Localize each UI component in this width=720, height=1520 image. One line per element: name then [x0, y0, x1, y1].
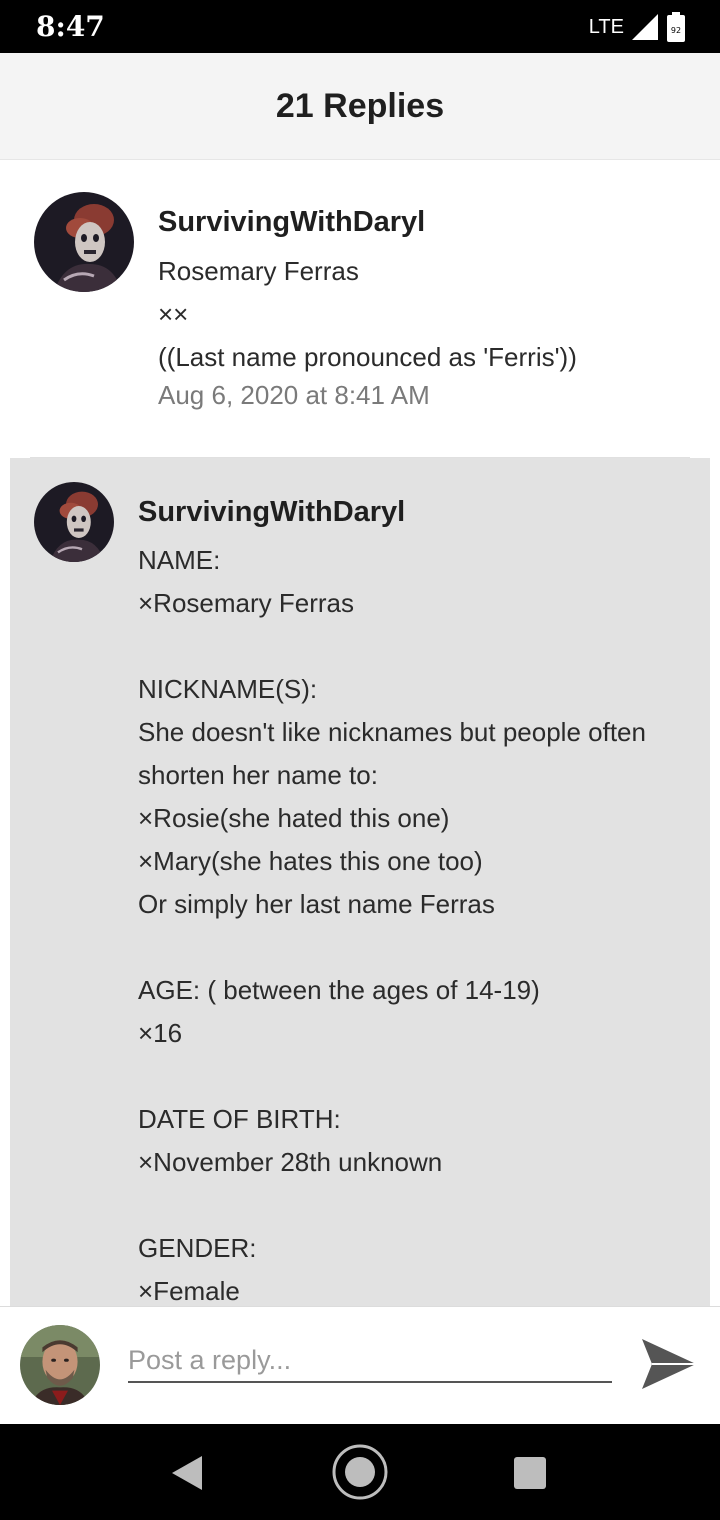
reply-item[interactable]: SurvivingWithDaryl Rosemary Ferras ×× ((…	[0, 168, 720, 458]
reply-body-line: NICKNAME(S):	[138, 674, 318, 704]
reply-body-line: ×Rosemary Ferras	[138, 588, 354, 618]
back-icon[interactable]	[172, 1456, 204, 1490]
status-bar: 8:47 LTE 92	[0, 0, 720, 53]
avatar-image	[34, 192, 134, 292]
page-title: 21 Replies	[275, 86, 445, 125]
replies-header: 21 Replies	[0, 53, 720, 160]
reply-body-line: ××	[158, 299, 189, 329]
reply-body-line: ×Female	[138, 1276, 240, 1306]
reply-body-line: ×16	[138, 1018, 183, 1048]
reply-body: NAME: ×Rosemary Ferras NICKNAME(S): She …	[138, 539, 708, 1306]
user-avatar[interactable]	[34, 482, 114, 562]
reply-body: Rosemary Ferras ×× ((Last name pronounce…	[158, 250, 577, 379]
reply-body-line: Or simply her last name Ferras	[138, 889, 495, 919]
recents-icon[interactable]	[514, 1457, 546, 1489]
battery-icon: 92	[667, 12, 685, 42]
reply-body-line: ×Mary(she hates this one too)	[138, 846, 483, 876]
status-icons: LTE 92	[589, 12, 686, 42]
reply-body-line: ×November 28th unknown	[138, 1147, 443, 1177]
home-icon[interactable]	[331, 1443, 389, 1501]
reply-body-line	[138, 1055, 708, 1098]
reply-body-line: Rosemary Ferras	[158, 256, 359, 286]
reply-timestamp: Aug 6, 2020 at 8:41 AM	[158, 380, 430, 410]
reply-body-line: ((Last name pronounced as 'Ferris'))	[158, 342, 577, 372]
current-user-avatar[interactable]	[20, 1325, 100, 1405]
network-label: LTE	[588, 15, 624, 38]
system-nav-bar	[0, 1424, 720, 1520]
reply-input[interactable]	[128, 1339, 612, 1383]
reply-body-line: NAME:	[138, 545, 221, 575]
reply-body-line	[138, 926, 708, 969]
reply-compose-bar	[0, 1306, 720, 1425]
reply-body-line: She doesn't like nicknames but people of…	[138, 717, 646, 747]
send-icon[interactable]	[640, 1337, 698, 1391]
avatar-image	[34, 482, 114, 562]
reply-username[interactable]: SurvivingWithDaryl	[158, 206, 425, 239]
reply-body-line	[138, 1184, 708, 1227]
status-time: 8:47	[36, 10, 105, 43]
signal-icon	[632, 14, 658, 40]
reply-body-line: GENDER:	[138, 1233, 257, 1263]
reply-body-line	[138, 625, 708, 668]
user-avatar[interactable]	[34, 192, 134, 292]
battery-level: 92	[671, 26, 681, 35]
reply-item-highlighted[interactable]: SurvivingWithDaryl NAME: ×Rosemary Ferra…	[10, 458, 710, 1306]
reply-username[interactable]: SurvivingWithDaryl	[138, 496, 405, 529]
avatar-image	[20, 1325, 100, 1405]
reply-body-line: DATE OF BIRTH:	[138, 1104, 341, 1134]
reply-body-line: ×Rosie(she hated this one)	[138, 803, 450, 833]
reply-body-line: AGE: ( between the ages of 14-19)	[138, 975, 540, 1005]
reply-body-line: shorten her name to:	[138, 760, 378, 790]
